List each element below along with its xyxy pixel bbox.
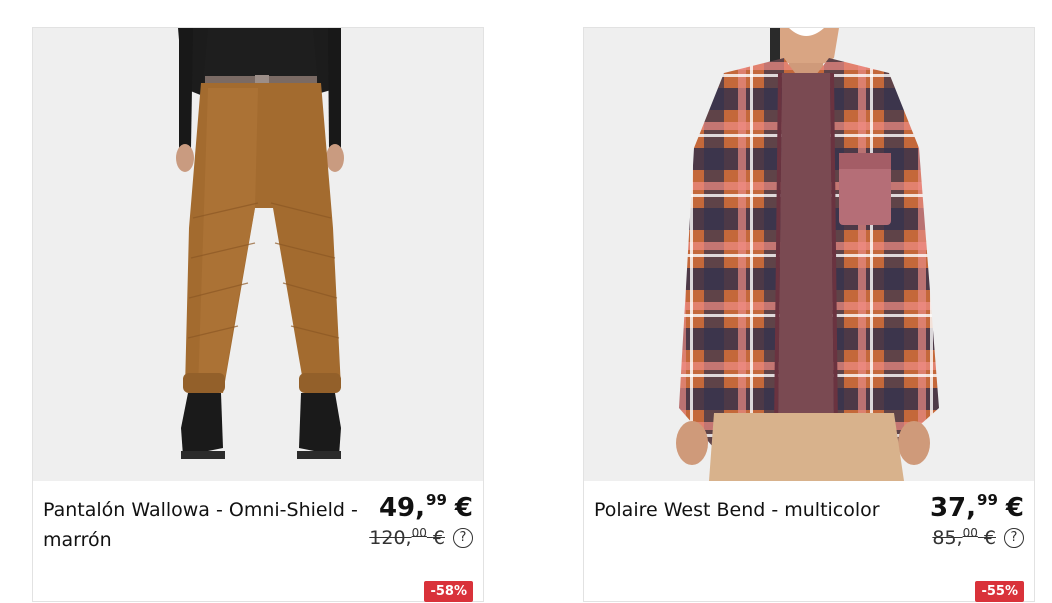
old-price: 85,00 € (932, 526, 996, 549)
discount-badge: -55% (975, 581, 1024, 602)
discount-badge: -58% (424, 581, 473, 602)
old-price-row: 120,00 € ? (369, 526, 473, 549)
current-price: 49,99 € (378, 491, 473, 523)
product-image-pants[interactable] (33, 28, 483, 481)
product-card[interactable]: Pantalón Wallowa - Omni-Shield - marrón … (32, 27, 484, 602)
help-icon[interactable]: ? (1004, 527, 1024, 548)
old-price-row: 85,00 € ? (932, 526, 1024, 549)
help-icon[interactable]: ? (453, 527, 473, 548)
product-info: Polaire West Bend - multicolor 37,99 € 85… (584, 481, 1034, 603)
product-name[interactable]: Pantalón Wallowa - Omni-Shield - marrón (43, 495, 363, 555)
old-price: 120,00 € (369, 526, 445, 549)
current-price: 37,99 € (929, 491, 1024, 523)
product-card[interactable]: Polaire West Bend - multicolor 37,99 € 85… (583, 27, 1035, 602)
product-info: Pantalón Wallowa - Omni-Shield - marrón … (33, 481, 483, 603)
product-image-fleece[interactable] (584, 28, 1034, 481)
product-name[interactable]: Polaire West Bend - multicolor (594, 495, 914, 525)
